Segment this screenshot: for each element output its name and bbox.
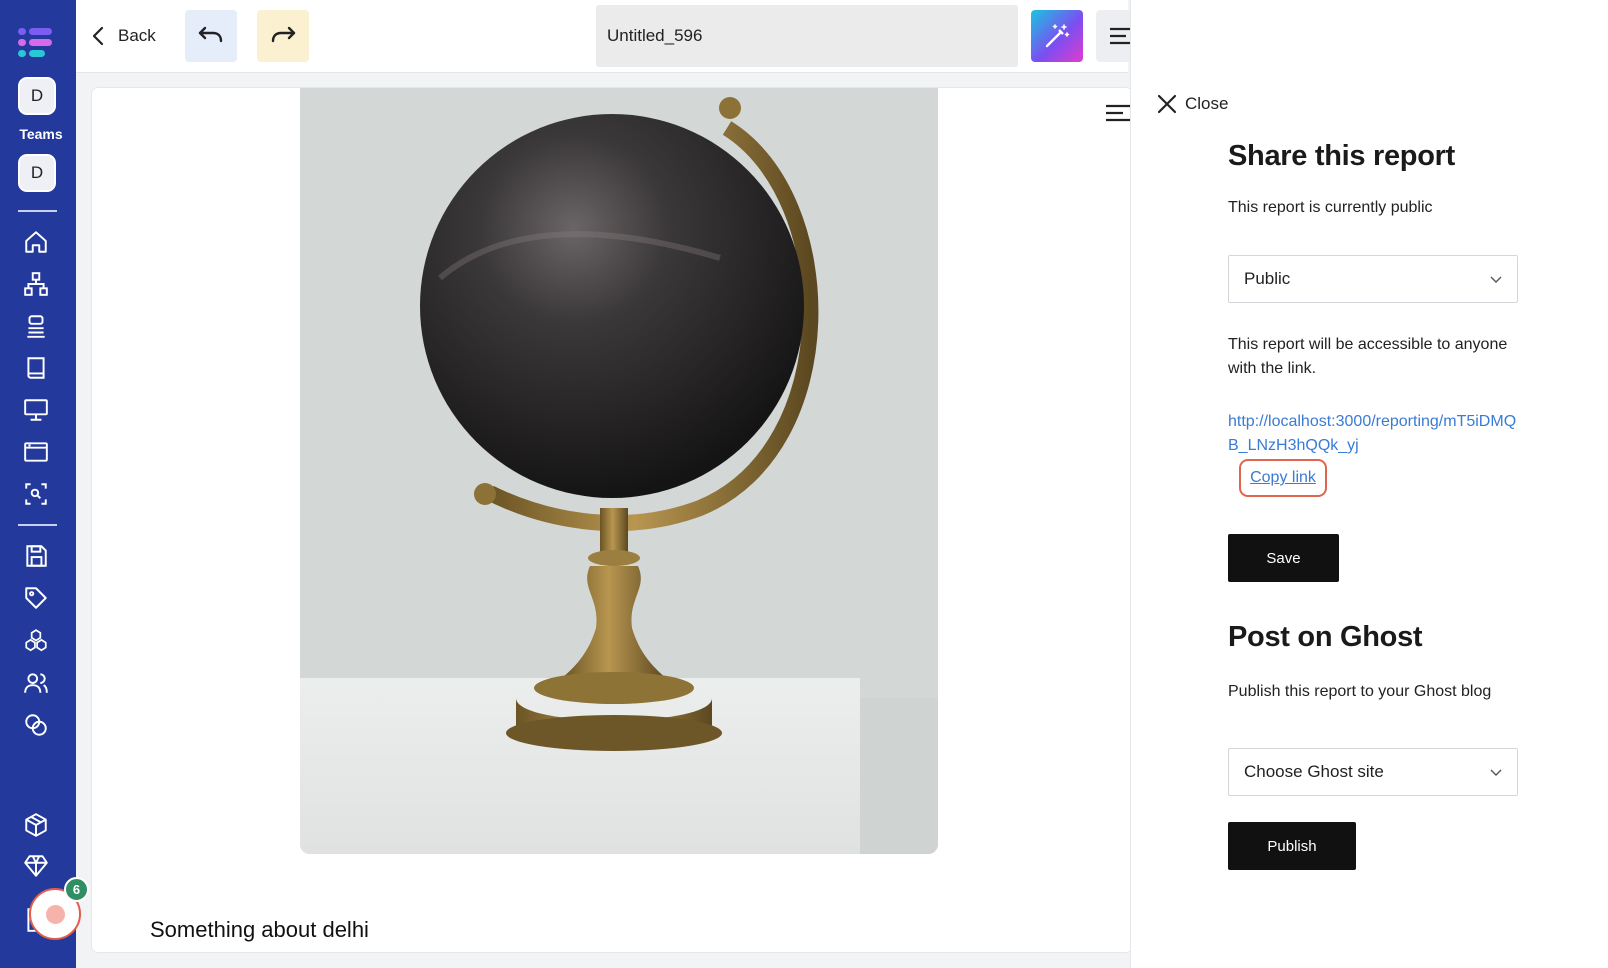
chevron-down-icon (1490, 276, 1502, 283)
save-icon[interactable] (23, 543, 49, 569)
ghost-description: Publish this report to your Ghost blog (1228, 683, 1492, 700)
stack-icon[interactable] (23, 313, 49, 339)
ai-magic-button[interactable] (1031, 10, 1083, 62)
scan-search-icon[interactable] (23, 481, 49, 507)
canvas-menu-icon[interactable] (1106, 104, 1130, 122)
book-icon[interactable] (23, 355, 49, 381)
back-label: Back (118, 26, 156, 45)
close-button[interactable]: Close (1157, 94, 1228, 114)
redo-icon (271, 26, 296, 43)
accessibility-note: This report will be accessible to anyone… (1228, 336, 1508, 377)
share-panel: Close Share this report This report is c… (1130, 0, 1608, 968)
home-icon[interactable] (23, 229, 49, 255)
visibility-select[interactable]: Public (1228, 255, 1518, 303)
document-title-input[interactable]: Untitled_596 (596, 5, 1018, 67)
recorder-count-badge: 6 (64, 877, 89, 902)
redo-button[interactable] (257, 10, 309, 62)
record-dot-icon (45, 904, 65, 924)
ghost-heading: Post on Ghost (1228, 621, 1423, 653)
ghost-site-value: Choose Ghost site (1244, 762, 1384, 781)
save-button[interactable]: Save (1228, 534, 1339, 582)
nav-divider (18, 210, 57, 212)
team-avatar[interactable]: D (18, 154, 56, 192)
copy-link-button[interactable]: Copy link (1239, 459, 1327, 497)
visibility-value: Public (1244, 269, 1291, 288)
publish-button[interactable]: Publish (1228, 822, 1356, 870)
package-plus-icon[interactable] (23, 812, 49, 838)
image-caption[interactable]: Something about delhi (150, 917, 369, 943)
globe-illustration (300, 88, 938, 854)
share-heading: Share this report (1228, 140, 1455, 172)
nav-divider (18, 524, 57, 526)
team-initial: D (30, 163, 44, 182)
editor-toolbar: Back Untitled_596 (76, 0, 1136, 73)
diamond-icon[interactable] (23, 853, 49, 879)
menu-icon (1110, 27, 1132, 45)
sitemap-icon[interactable] (23, 271, 49, 297)
chevron-left-icon (92, 26, 104, 46)
magic-wand-icon (1045, 24, 1070, 48)
globe-photo[interactable] (300, 88, 938, 854)
undo-icon (198, 26, 223, 43)
monitor-icon[interactable] (23, 397, 49, 423)
undo-button[interactable] (185, 10, 237, 62)
teams-label: Teams (19, 126, 63, 142)
team-avatar-current[interactable]: D (18, 77, 56, 115)
team-initial: D (30, 86, 44, 105)
browser-window-icon[interactable] (23, 439, 49, 465)
close-label: Close (1185, 94, 1229, 113)
chevron-down-icon (1490, 769, 1502, 776)
share-status-text: This report is currently public (1228, 199, 1433, 216)
report-canvas: Something about delhi (92, 88, 1132, 952)
coins-icon[interactable] (23, 712, 49, 738)
app-logo[interactable] (18, 28, 52, 58)
cubes-icon[interactable] (23, 628, 49, 654)
users-icon[interactable] (23, 670, 49, 696)
share-url-link[interactable]: http://localhost:3000/reporting/mT5iDMQB… (1228, 410, 1518, 458)
left-nav-rail: D Teams D (0, 0, 76, 968)
tag-icon[interactable] (23, 585, 49, 611)
close-icon (1157, 94, 1177, 114)
ghost-site-select[interactable]: Choose Ghost site (1228, 748, 1518, 796)
back-button[interactable]: Back (92, 22, 156, 50)
